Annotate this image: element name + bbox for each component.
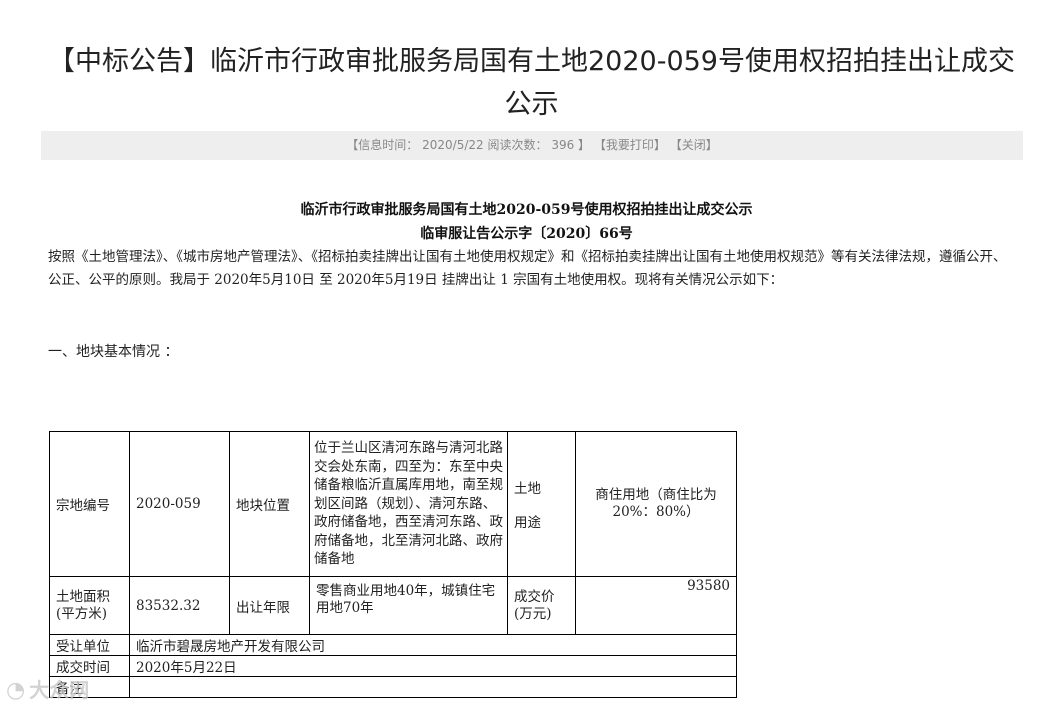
document-title: 临沂市行政审批服务局国有土地2020-059号使用权招拍挂出让成交公示 <box>300 202 753 218</box>
deal-time-label: 成交时间 <box>49 655 130 677</box>
location-value: 位于兰山区清河东路与清河北路交会处东南，四至为：东至中央储备粮临沂直属库用地，南… <box>309 431 508 577</box>
info-reads-label: 阅读次数： <box>487 138 548 152</box>
land-use-label: 土地 用途 <box>507 431 576 577</box>
land-use-label-2: 用途 <box>514 515 541 531</box>
intro-text: 按照《土地管理法》、《城市房地产管理法》、《招标拍卖挂牌出让国有土地使用权规定》… <box>48 249 1007 288</box>
table-row: 受让单位 临沂市碧晟房地产开发有限公司 <box>49 634 738 656</box>
parcel-no-label: 宗地编号 <box>49 431 130 577</box>
page-title: 【中标公告】临沂市行政审批服务局国有土地2020-059号使用权招拍挂出让成交公… <box>48 46 1015 120</box>
close-link[interactable]: 【关闭】 <box>670 138 718 152</box>
document-number: 临审服让告公示字〔2020〕66号 <box>420 226 633 242</box>
term-value: 零售商业用地40年，城镇住宅用地70年 <box>309 576 508 635</box>
location-label: 地块位置 <box>229 431 310 577</box>
winner-value: 临沂市碧晟房地产开发有限公司 <box>128 634 738 656</box>
info-time-value: 2020/5/22 <box>422 138 484 152</box>
info-time-label: 信息时间： <box>358 138 419 152</box>
table-row: 宗地编号 2020-059 地块位置 位于兰山区清河东路与清河北路交会处东南，四… <box>49 431 738 577</box>
table-row: 成交时间 2020年5月22日 <box>49 655 738 677</box>
section-heading: 一、地块基本情况 ： <box>48 344 179 360</box>
area-label: 土地面积(平方米) <box>49 576 130 635</box>
remark-value <box>128 676 738 698</box>
remark-label: 备注 <box>49 676 130 698</box>
deal-time-value: 2020年5月22日 <box>128 655 738 677</box>
area-value: 83532.32 <box>129 576 230 635</box>
intro-paragraph: 按照《土地管理法》、《城市房地产管理法》、《招标拍卖挂牌出让国有土地使用权规定》… <box>48 246 1008 292</box>
price-label: 成交价(万元) <box>507 576 576 635</box>
term-label: 出让年限 <box>229 576 310 635</box>
winner-label: 受让单位 <box>49 634 130 656</box>
info-bracket-close: 】 <box>578 138 591 152</box>
land-use-label-1: 土地 <box>514 481 541 497</box>
table-row: 备注 <box>49 676 738 698</box>
print-link[interactable]: 【我要打印】 <box>594 138 666 152</box>
parcel-table: 宗地编号 2020-059 地块位置 位于兰山区清河东路与清河北路交会处东南，四… <box>49 431 738 698</box>
parcel-no-value: 2020-059 <box>129 431 230 577</box>
price-value: 93580 <box>574 576 738 635</box>
watermark-logo-icon: ◔ <box>6 678 26 703</box>
info-bar: 【信息时间： 2020/5/22 阅读次数： 396 】 【我要打印】 【关闭】 <box>41 131 1023 160</box>
land-use-value: 商住用地（商住比为20%：80%） <box>574 431 738 577</box>
info-reads-value: 396 <box>551 138 575 152</box>
info-bracket-open: 【 <box>346 138 359 152</box>
table-row: 土地面积(平方米) 83532.32 出让年限 零售商业用地40年，城镇住宅用地… <box>49 576 738 635</box>
